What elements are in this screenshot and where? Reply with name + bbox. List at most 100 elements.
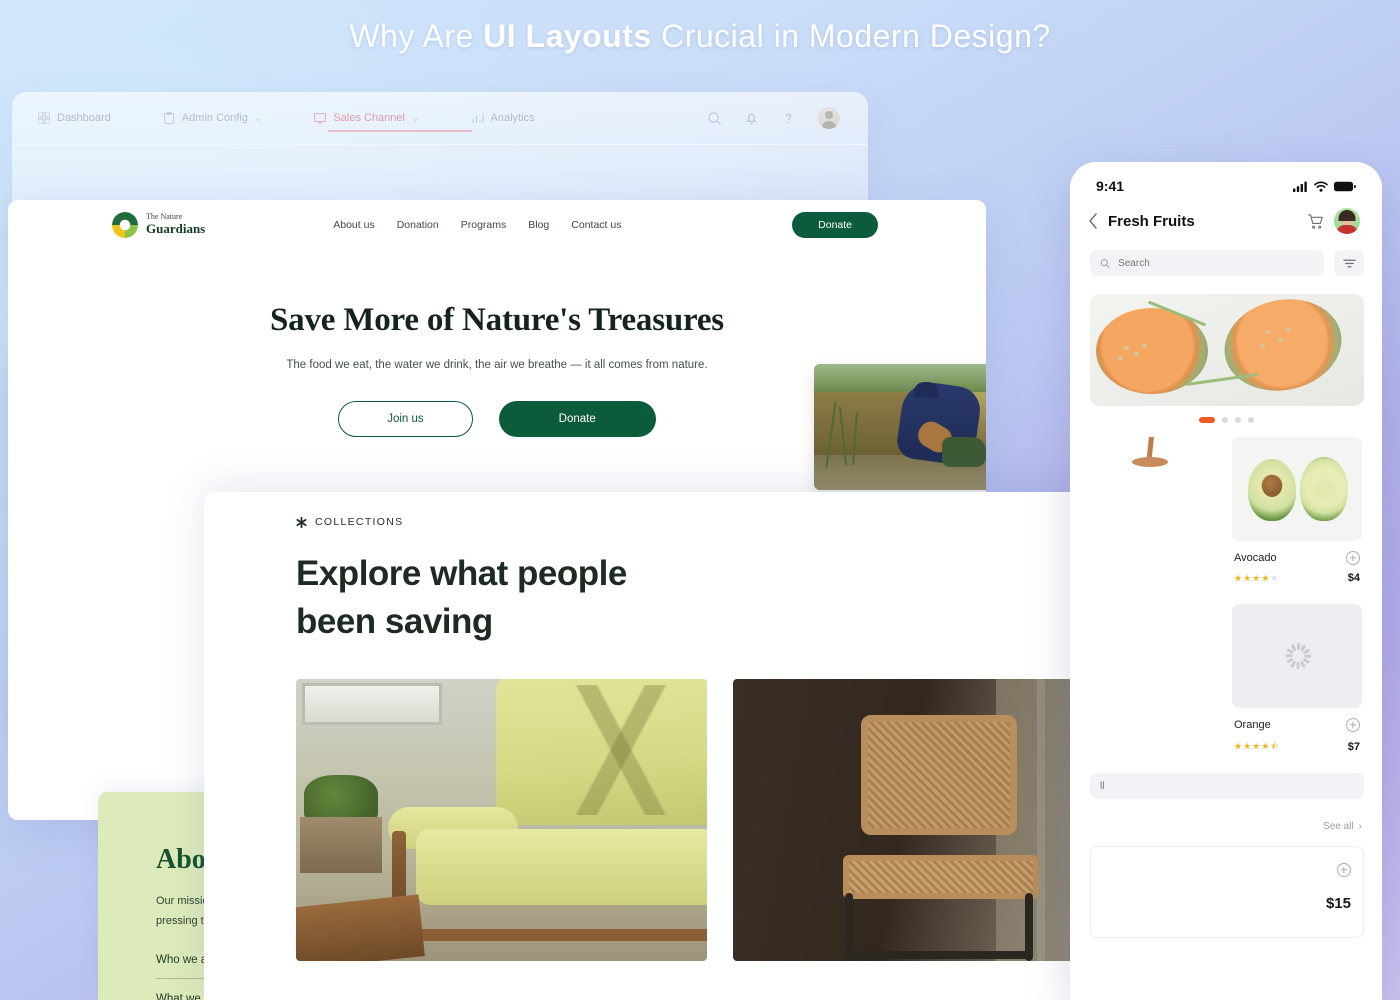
chevron-right-icon: › — [1358, 821, 1362, 832]
site-nav-contact-us[interactable]: Contact us — [571, 219, 621, 231]
cellular-icon — [1293, 181, 1307, 192]
about-body-line1: Our missio — [156, 895, 209, 907]
hero-donate-button[interactable]: Donate — [498, 401, 656, 438]
nav-item-analytics[interactable]: Analytics — [472, 112, 535, 124]
search-icon — [1100, 258, 1110, 268]
filter-icon — [1342, 259, 1356, 267]
see-all-link[interactable]: See all › — [1323, 821, 1362, 832]
nav-label: Dashboard — [57, 112, 111, 124]
chevron-down-icon: ⌄ — [254, 112, 263, 123]
nav-label: Sales Channel — [333, 112, 405, 124]
app-header: Fresh Fruits — [1070, 194, 1382, 234]
collections-heading-line1: Explore what people — [296, 554, 627, 593]
product-card-orange[interactable]: Orange ★★★★⯪ $7 — [1232, 604, 1362, 761]
status-icons — [1293, 181, 1356, 192]
see-all-label: See all — [1323, 821, 1354, 832]
nature-guardians-logo-icon — [112, 212, 138, 238]
carousel-dot-3[interactable] — [1234, 417, 1241, 423]
collections-heading: Explore what people been saving — [296, 550, 1144, 647]
carousel-dot-4[interactable] — [1247, 417, 1254, 423]
chevron-down-icon: ⌄ — [411, 112, 420, 123]
join-us-button[interactable]: Join us — [338, 401, 473, 438]
product-grid-row-2: Orange ★★★★⯪ $7 — [1070, 590, 1382, 761]
product-card-bottom[interactable]: $15 — [1090, 846, 1364, 938]
asterisk-icon — [296, 516, 307, 528]
search-field[interactable] — [1090, 250, 1324, 276]
product-image-avocado — [1232, 437, 1362, 541]
nav-item-sales-channel[interactable]: Sales Channel ⌄ — [314, 112, 420, 124]
status-bar: 9:41 — [1070, 162, 1382, 194]
dashboard-actions — [707, 92, 840, 144]
grid-icon — [38, 112, 50, 124]
hero-heading: Save More of Nature's Treasures — [270, 302, 724, 338]
product-rating: ★★★★⯪ — [1234, 741, 1280, 751]
cart-icon[interactable] — [1307, 213, 1324, 230]
bar-chart-icon — [472, 114, 484, 123]
collections-heading-line2: been saving — [296, 602, 493, 642]
site-logo[interactable]: The Nature Guardians — [112, 212, 205, 238]
add-circle-icon[interactable] — [1346, 718, 1360, 732]
product-card-blank — [1090, 604, 1220, 761]
monitor-icon — [314, 113, 327, 124]
dashboard-navbar: Dashboard Admin Config ⌄ Sales Channel ⌄… — [12, 92, 868, 144]
see-all-row: See all › — [1070, 799, 1382, 832]
product-image-orange-loading — [1232, 604, 1362, 708]
about-body-line2: pressing th — [156, 914, 210, 927]
category-tabs[interactable]: ll — [1090, 773, 1364, 799]
collections-eyebrow: COLLECTIONS — [296, 516, 1144, 528]
avatar[interactable] — [818, 107, 840, 129]
photo-person-planting-water — [814, 364, 986, 490]
nav-label: Admin Config — [181, 112, 248, 124]
product-rating: ★★★★★ — [1234, 572, 1280, 583]
carousel-dot-2[interactable] — [1221, 417, 1228, 423]
site-nav-programs[interactable]: Programs — [461, 219, 507, 231]
mobile-app-mockup: 9:41 Fresh Fruits Search Avocado ★★★★★ $… — [1070, 162, 1382, 1000]
page-title: Why Are UI Layouts Crucial in Modern Des… — [0, 18, 1400, 55]
product-carousel[interactable] — [1090, 294, 1364, 406]
logo-text-top: The Nature — [146, 212, 183, 222]
logo-text-bottom: Guardians — [146, 221, 206, 237]
page-title-suffix: Crucial in Modern Design? — [651, 18, 1051, 54]
product-name: Orange — [1234, 719, 1271, 731]
product-name: Avocado — [1234, 552, 1277, 564]
avatar[interactable] — [1334, 208, 1360, 234]
nav-label: Analytics — [490, 112, 535, 124]
chevron-left-icon[interactable] — [1088, 213, 1098, 229]
site-nav-donation[interactable]: Donation — [397, 219, 439, 231]
nav-item-admin-config[interactable]: Admin Config ⌄ — [163, 112, 263, 124]
wifi-icon — [1314, 181, 1328, 192]
product-card-partial[interactable] — [1090, 437, 1220, 590]
collections-eyebrow-label: COLLECTIONS — [315, 516, 404, 528]
divider — [12, 144, 868, 145]
add-circle-icon[interactable] — [1346, 551, 1360, 565]
website-nav: About us Donation Programs Blog Contact … — [333, 219, 621, 231]
status-time: 9:41 — [1096, 178, 1125, 194]
search-icon[interactable] — [707, 111, 722, 126]
carousel-dot-1[interactable] — [1198, 417, 1215, 423]
nav-item-dashboard[interactable]: Dashboard — [38, 112, 111, 124]
product-price: $4 — [1347, 572, 1360, 584]
filter-button[interactable] — [1334, 250, 1364, 276]
search-row — [1070, 234, 1382, 276]
add-circle-icon[interactable] — [1337, 863, 1351, 877]
bell-icon[interactable] — [744, 111, 759, 126]
collections-mockup: COLLECTIONS Explore what people been savi… — [204, 492, 1144, 1000]
search-input[interactable] — [1118, 257, 1314, 269]
product-card-avocado[interactable]: Avocado ★★★★★ $4 — [1232, 437, 1362, 590]
header-donate-button[interactable]: Donate — [792, 212, 878, 238]
product-image — [1090, 437, 1220, 541]
product-grid: Avocado ★★★★★ $4 — [1070, 423, 1382, 590]
product-price: $7 — [1347, 741, 1360, 753]
page-title-emphasis: UI Layouts — [483, 18, 652, 54]
site-nav-about-us[interactable]: About us — [333, 219, 374, 231]
photo-yellow-armchair[interactable] — [296, 678, 707, 961]
page-title-prefix: Why Are — [349, 18, 484, 54]
site-nav-blog[interactable]: Blog — [528, 219, 549, 231]
loading-spinner-icon — [1284, 643, 1312, 669]
product-price: $15 — [1325, 895, 1351, 912]
help-icon[interactable] — [781, 111, 796, 126]
clipboard-icon — [163, 112, 174, 124]
app-page-title: Fresh Fruits — [1108, 212, 1195, 230]
collections-grid — [296, 678, 1144, 961]
category-tab-label: ll — [1100, 780, 1105, 792]
